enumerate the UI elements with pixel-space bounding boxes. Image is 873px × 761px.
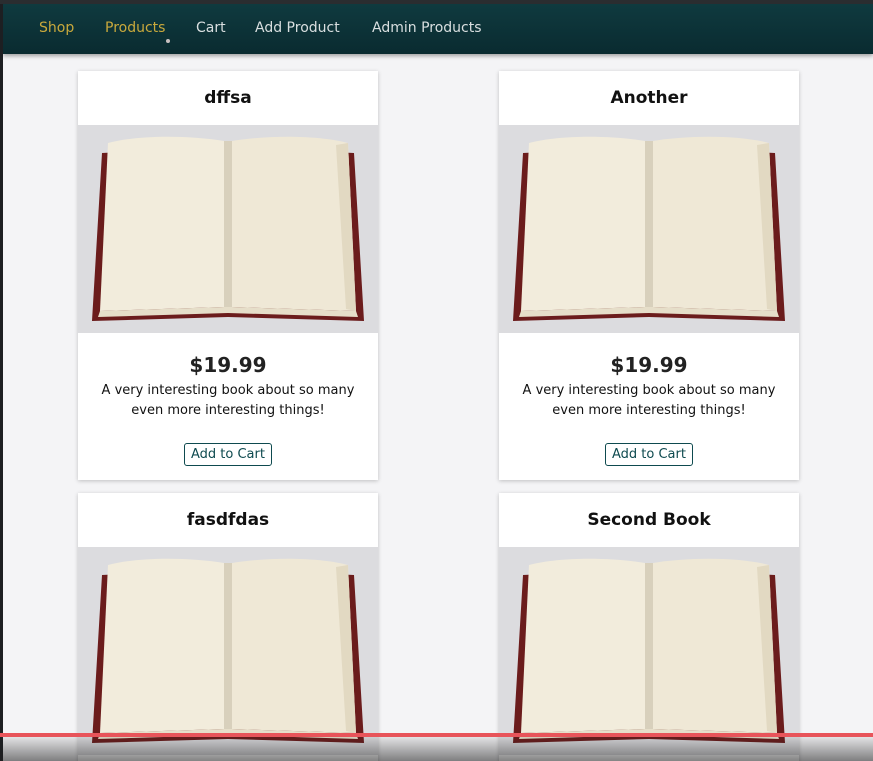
nav-add-product[interactable]: Add Product xyxy=(255,20,340,36)
main-navigation: Shop Products Cart Add Product Admin Pro… xyxy=(3,4,873,54)
browser-page: Shop Products Cart Add Product Admin Pro… xyxy=(3,4,873,761)
product-description: A very interesting book about so many ev… xyxy=(522,383,776,418)
product-title: Second Book xyxy=(587,510,711,530)
nav-products[interactable]: Products xyxy=(105,20,165,36)
open-book-image xyxy=(78,125,378,333)
open-book-image xyxy=(499,547,799,755)
open-book-icon xyxy=(78,547,378,755)
product-card: Another $19.99 A very interesting book a… xyxy=(499,71,799,480)
product-price: $19.99 xyxy=(610,353,688,377)
nav-admin-products[interactable]: Admin Products xyxy=(372,20,482,36)
product-price: $19.99 xyxy=(189,353,267,377)
mouse-cursor-icon xyxy=(166,39,170,43)
product-actions: Add to Cart xyxy=(78,421,378,480)
open-book-image xyxy=(499,125,799,333)
add-to-cart-button[interactable]: Add to Cart xyxy=(605,443,693,466)
product-card: dffsa $19.99 A very interesting book abo… xyxy=(78,71,378,480)
video-progress-bar[interactable] xyxy=(0,733,873,737)
video-progress-track[interactable] xyxy=(0,733,873,761)
product-content: $19.99 A very interesting book about so … xyxy=(78,333,378,421)
nav-cart[interactable]: Cart xyxy=(196,20,226,36)
product-title: dffsa xyxy=(204,88,252,108)
product-content: $19.99 A very interesting book about so … xyxy=(499,333,799,421)
product-description: A very interesting book about so many ev… xyxy=(101,383,355,418)
add-to-cart-button[interactable]: Add to Cart xyxy=(184,443,272,466)
open-book-icon xyxy=(78,125,378,333)
product-card: Second Book xyxy=(499,493,799,761)
open-book-image xyxy=(78,547,378,755)
product-title: Another xyxy=(610,88,688,108)
open-book-icon xyxy=(499,125,799,333)
nav-shop[interactable]: Shop xyxy=(39,20,74,36)
product-title: fasdfdas xyxy=(186,510,270,530)
product-card: fasdfdas xyxy=(78,493,378,761)
product-actions: Add to Cart xyxy=(499,421,799,480)
open-book-icon xyxy=(499,547,799,755)
